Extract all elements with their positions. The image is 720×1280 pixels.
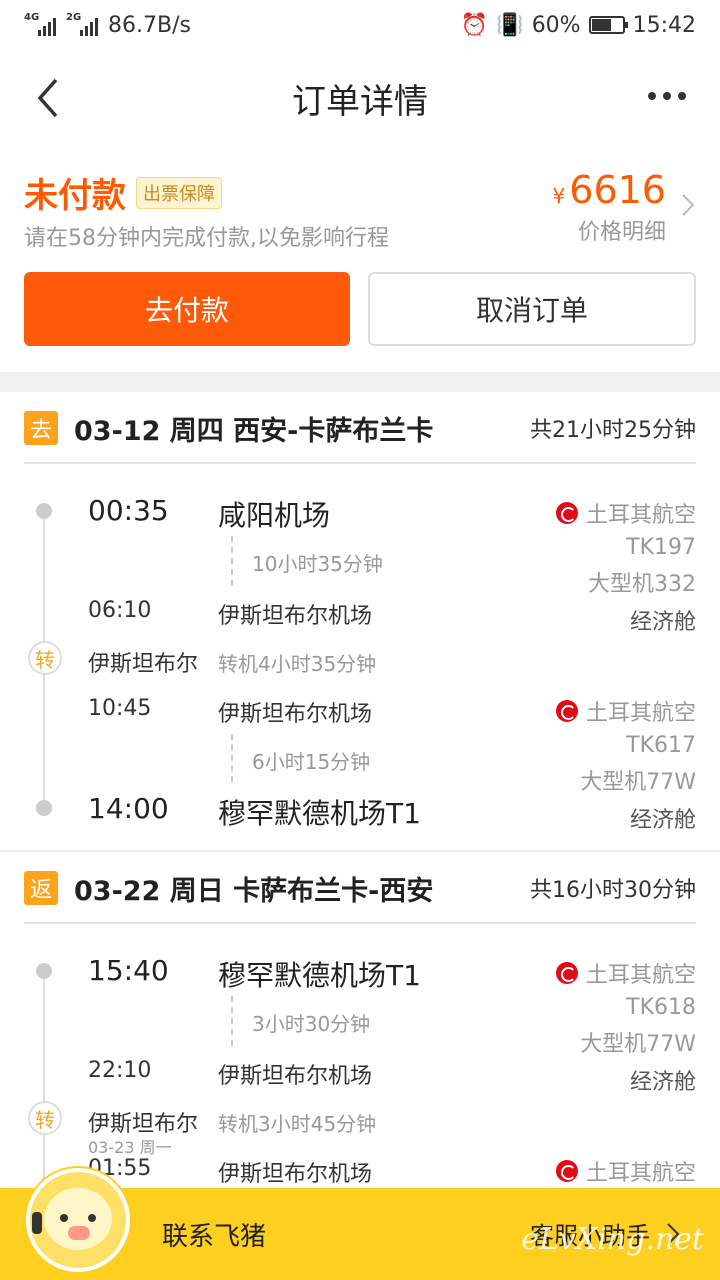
- outbound-total-duration: 共21小时25分钟: [530, 418, 696, 443]
- outbound-seg2-arr-time: 14:00: [88, 792, 169, 825]
- order-status: 未付款: [24, 176, 126, 216]
- price-amount: 6616: [569, 168, 666, 212]
- return-seg1-arr-airport: 伊斯坦布尔机场: [218, 1064, 373, 1089]
- cabin-class: 经济舱: [629, 808, 696, 833]
- battery-icon: [588, 16, 628, 34]
- timeline-dot: [36, 963, 52, 979]
- headset-icon: [32, 1212, 42, 1234]
- status-bar: 4G 2G 86.7B/s ⏰ 📳 60% 15:42: [0, 0, 720, 50]
- vibrate-icon: 📳: [496, 12, 524, 38]
- return-route: 03-22 周日 卡萨布兰卡-西安: [74, 875, 434, 907]
- more-dots-icon[interactable]: [648, 92, 686, 100]
- turkish-airlines-logo-icon: [555, 962, 578, 984]
- watermark: eLvXing.net: [521, 1222, 704, 1257]
- return-seg1-dep-airport: 穆罕默德机场T1: [218, 959, 421, 992]
- chevron-left-icon[interactable]: [30, 76, 70, 120]
- guarantee-badge: 出票保障: [136, 176, 222, 209]
- chevron-right-icon[interactable]: [680, 192, 696, 218]
- return-total-duration: 共16小时30分钟: [530, 878, 696, 903]
- battery-percent: 60%: [531, 12, 581, 38]
- return-timeline: [43, 972, 45, 1188]
- flight-number: TK197: [626, 535, 696, 560]
- currency-symbol: ¥: [552, 184, 566, 208]
- payment-tip: 请在58分钟内完成付款,以免影响行程: [24, 226, 389, 251]
- outbound-seg1-flight-info[interactable]: 土耳其航空 TK197 大型机332 经济舱: [555, 497, 696, 636]
- outbound-transfer-city: 伊斯坦布尔: [88, 652, 199, 677]
- turkish-airlines-logo-icon: [555, 1160, 578, 1182]
- page-title: 订单详情: [292, 81, 428, 122]
- aircraft-type: 大型机332: [588, 572, 696, 597]
- return-seg1-duration: 3小时30分钟: [252, 1012, 371, 1036]
- outbound-seg2-duration: 6小时15分钟: [252, 750, 371, 774]
- outbound-seg1-duration: 10小时35分钟: [252, 552, 383, 576]
- price-block[interactable]: ¥6616 价格明细: [553, 168, 666, 246]
- turkish-airlines-logo-icon: [555, 502, 578, 524]
- transfer-icon: 转: [28, 641, 62, 675]
- outbound-badge: 去: [24, 411, 58, 445]
- outbound-seg1-dep-time: 00:35: [88, 494, 169, 527]
- return-transfer-info: 转机3小时45分钟: [218, 1112, 377, 1136]
- section-gap: [0, 372, 720, 392]
- return-seg1-arr-time: 22:10: [88, 1058, 152, 1083]
- alarm-icon: ⏰: [460, 12, 489, 38]
- duration-dash: [231, 996, 233, 1046]
- return-seg2-dep-airport: 伊斯坦布尔机场: [218, 1162, 373, 1187]
- aircraft-type: 大型机77W: [580, 770, 696, 795]
- contact-fliggy-label[interactable]: 联系飞猪: [162, 1216, 266, 1253]
- aircraft-type: 大型机77W: [580, 1032, 696, 1057]
- cancel-order-button[interactable]: 取消订单: [368, 272, 696, 346]
- divider: [24, 922, 696, 924]
- divider: [24, 462, 696, 464]
- signal-2g-icon: 2G: [66, 12, 98, 36]
- pay-button[interactable]: 去付款: [24, 272, 350, 346]
- timeline-dot: [36, 800, 52, 816]
- transfer-icon: 转: [28, 1101, 62, 1135]
- return-seg2-flight-info[interactable]: 土耳其航空: [555, 1155, 696, 1187]
- airline-name: 土耳其航空: [585, 963, 696, 988]
- price-detail-link[interactable]: 价格明细: [553, 214, 666, 246]
- flight-number: TK617: [626, 733, 696, 758]
- outbound-seg1-arr-airport: 伊斯坦布尔机场: [218, 604, 373, 629]
- duration-dash: [231, 536, 233, 586]
- cabin-class: 经济舱: [629, 1070, 696, 1095]
- outbound-seg2-dep-time: 10:45: [88, 696, 152, 721]
- outbound-seg2-dep-airport: 伊斯坦布尔机场: [218, 702, 373, 727]
- network-type-label: 4G: [24, 12, 40, 23]
- return-seg1-flight-info[interactable]: 土耳其航空 TK618 大型机77W 经济舱: [555, 957, 696, 1096]
- airline-name: 土耳其航空: [585, 503, 696, 528]
- outbound-header: 去 03-12 周四 西安-卡萨布兰卡 共21小时25分钟: [0, 392, 720, 464]
- outbound-transfer-info: 转机4小时35分钟: [218, 652, 377, 676]
- timeline-dot: [36, 503, 52, 519]
- outbound-seg1-arr-time: 06:10: [88, 598, 152, 623]
- fliggy-mascot-avatar[interactable]: [26, 1168, 130, 1272]
- nav-bar: 订单详情: [0, 50, 720, 146]
- return-seg1-dep-time: 15:40: [88, 954, 169, 987]
- return-next-day-date: 03-23 周一: [88, 1138, 172, 1157]
- turkish-airlines-logo-icon: [555, 700, 578, 722]
- flight-number: TK618: [626, 995, 696, 1020]
- network-speed: 86.7B/s: [108, 12, 191, 38]
- airline-name: 土耳其航空: [585, 1161, 696, 1186]
- payment-summary: 未付款 出票保障 请在58分钟内完成付款,以免影响行程 ¥6616 价格明细 去…: [0, 146, 720, 372]
- mascot-face: [44, 1188, 112, 1250]
- outbound-seg1-dep-airport: 咸阳机场: [218, 499, 331, 532]
- return-header: 返 03-22 周日 卡萨布兰卡-西安 共16小时30分钟: [0, 852, 720, 924]
- outbound-seg2-flight-info[interactable]: 土耳其航空 TK617 大型机77W 经济舱: [555, 695, 696, 834]
- airline-name: 土耳其航空: [585, 701, 696, 726]
- duration-dash: [231, 734, 233, 782]
- cabin-class: 经济舱: [629, 610, 696, 635]
- outbound-route: 03-12 周四 西安-卡萨布兰卡: [74, 415, 434, 447]
- network-type-label-2: 2G: [66, 12, 82, 23]
- clock-time: 15:42: [632, 12, 696, 38]
- outbound-seg2-arr-airport: 穆罕默德机场T1: [218, 797, 421, 830]
- return-badge: 返: [24, 871, 58, 905]
- signal-4g-icon: 4G: [24, 12, 56, 36]
